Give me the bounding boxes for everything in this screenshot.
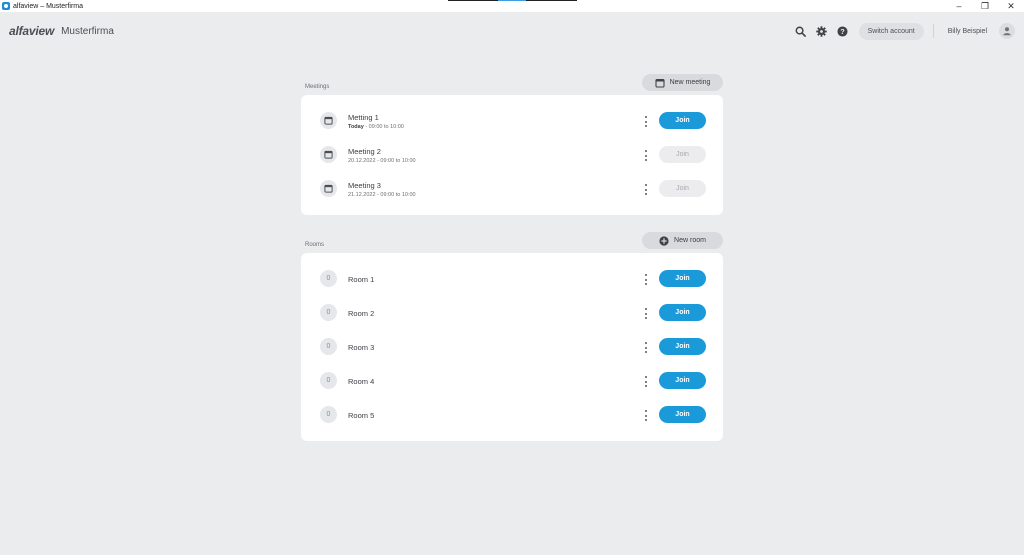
room-row[interactable]: 0 Room 2 Join <box>301 296 723 330</box>
join-button[interactable]: Join <box>659 112 706 129</box>
header-divider <box>932 24 934 38</box>
participant-count-badge: 0 <box>320 338 337 355</box>
alfaview-app-icon <box>2 2 10 10</box>
search-icon[interactable] <box>794 24 808 38</box>
plus-circle-icon <box>659 235 669 246</box>
participant-count-badge: 0 <box>320 270 337 287</box>
new-meeting-button[interactable]: New meeting <box>642 74 723 91</box>
room-title: Room 3 <box>348 343 375 352</box>
more-options-icon[interactable] <box>644 274 648 285</box>
new-meeting-label: New meeting <box>669 79 711 86</box>
svg-text:?: ? <box>840 26 845 35</box>
app-header: alfaview Musterfirma ? Switch account Bi… <box>0 12 1024 50</box>
new-room-label: New room <box>674 237 706 244</box>
meeting-title: Metting 1 <box>348 113 379 122</box>
room-row[interactable]: 0 Room 3 Join <box>301 330 723 364</box>
calendar-icon <box>320 180 337 197</box>
close-icon[interactable]: ✕ <box>998 0 1024 12</box>
user-name[interactable]: Billy Beispiel <box>948 28 987 35</box>
join-button[interactable]: Join <box>659 338 706 355</box>
room-row[interactable]: 0 Room 4 Join <box>301 364 723 398</box>
meetings-section-label: Meetings <box>305 84 330 90</box>
meeting-time: 21.12.2022 - 09:00 to 10:00 <box>348 192 416 198</box>
minimize-icon[interactable]: – <box>946 0 972 12</box>
window-drag-indicator[interactable] <box>448 0 577 1</box>
calendar-icon <box>320 146 337 163</box>
room-title: Room 5 <box>348 411 375 420</box>
room-row[interactable]: 0 Room 5 Join <box>301 398 723 432</box>
more-options-icon[interactable] <box>644 376 648 387</box>
new-room-button[interactable]: New room <box>642 232 723 249</box>
participant-count-badge: 0 <box>320 304 337 321</box>
calendar-icon <box>655 78 665 88</box>
join-button[interactable]: Join <box>659 270 706 287</box>
room-title: Room 4 <box>348 377 375 386</box>
more-options-icon[interactable] <box>644 342 648 353</box>
participant-count-badge: 0 <box>320 406 337 423</box>
room-row[interactable]: 0 Room 1 Join <box>301 262 723 296</box>
meeting-title: Meeting 3 <box>348 181 381 190</box>
meeting-row[interactable]: Metting 1 Today - 09:00 to 10:00 Join <box>301 104 723 138</box>
join-button[interactable]: Join <box>659 406 706 423</box>
more-options-icon[interactable] <box>644 308 648 319</box>
window-titlebar: alfaview – Musterfirma – ❐ ✕ <box>0 0 1024 12</box>
room-title: Room 2 <box>348 309 375 318</box>
join-button[interactable]: Join <box>659 146 706 163</box>
rooms-card: 0 Room 1 Join 0 Room 2 Join 0 Room 3 Joi… <box>301 253 723 441</box>
help-icon[interactable]: ? <box>836 24 850 38</box>
more-options-icon[interactable] <box>644 150 648 161</box>
join-button[interactable]: Join <box>659 372 706 389</box>
avatar[interactable] <box>999 23 1015 39</box>
gear-icon[interactable] <box>815 24 829 38</box>
meetings-card: Metting 1 Today - 09:00 to 10:00 Join Me… <box>301 95 723 215</box>
room-title: Room 1 <box>348 275 375 284</box>
rooms-section-label: Rooms <box>305 242 325 248</box>
join-button[interactable]: Join <box>659 304 706 321</box>
participant-count-badge: 0 <box>320 372 337 389</box>
company-name: Musterfirma <box>61 25 114 37</box>
user-icon <box>1003 27 1011 36</box>
alfaview-logo: alfaview <box>9 24 55 38</box>
more-options-icon[interactable] <box>644 410 648 421</box>
meeting-time: Today - 09:00 to 10:00 <box>348 124 404 130</box>
meeting-title: Meeting 2 <box>348 147 381 156</box>
meeting-row[interactable]: Meeting 3 21.12.2022 - 09:00 to 10:00 Jo… <box>301 172 723 206</box>
switch-account-button[interactable]: Switch account <box>858 22 924 40</box>
meeting-time: 20.12.2022 - 09:00 to 10:00 <box>348 158 416 164</box>
window-title: alfaview – Musterfirma <box>13 2 84 10</box>
restore-icon[interactable]: ❐ <box>972 0 998 12</box>
more-options-icon[interactable] <box>644 184 648 195</box>
meeting-row[interactable]: Meeting 2 20.12.2022 - 09:00 to 10:00 Jo… <box>301 138 723 172</box>
calendar-icon <box>320 112 337 129</box>
join-button[interactable]: Join <box>659 180 706 197</box>
more-options-icon[interactable] <box>644 116 648 127</box>
